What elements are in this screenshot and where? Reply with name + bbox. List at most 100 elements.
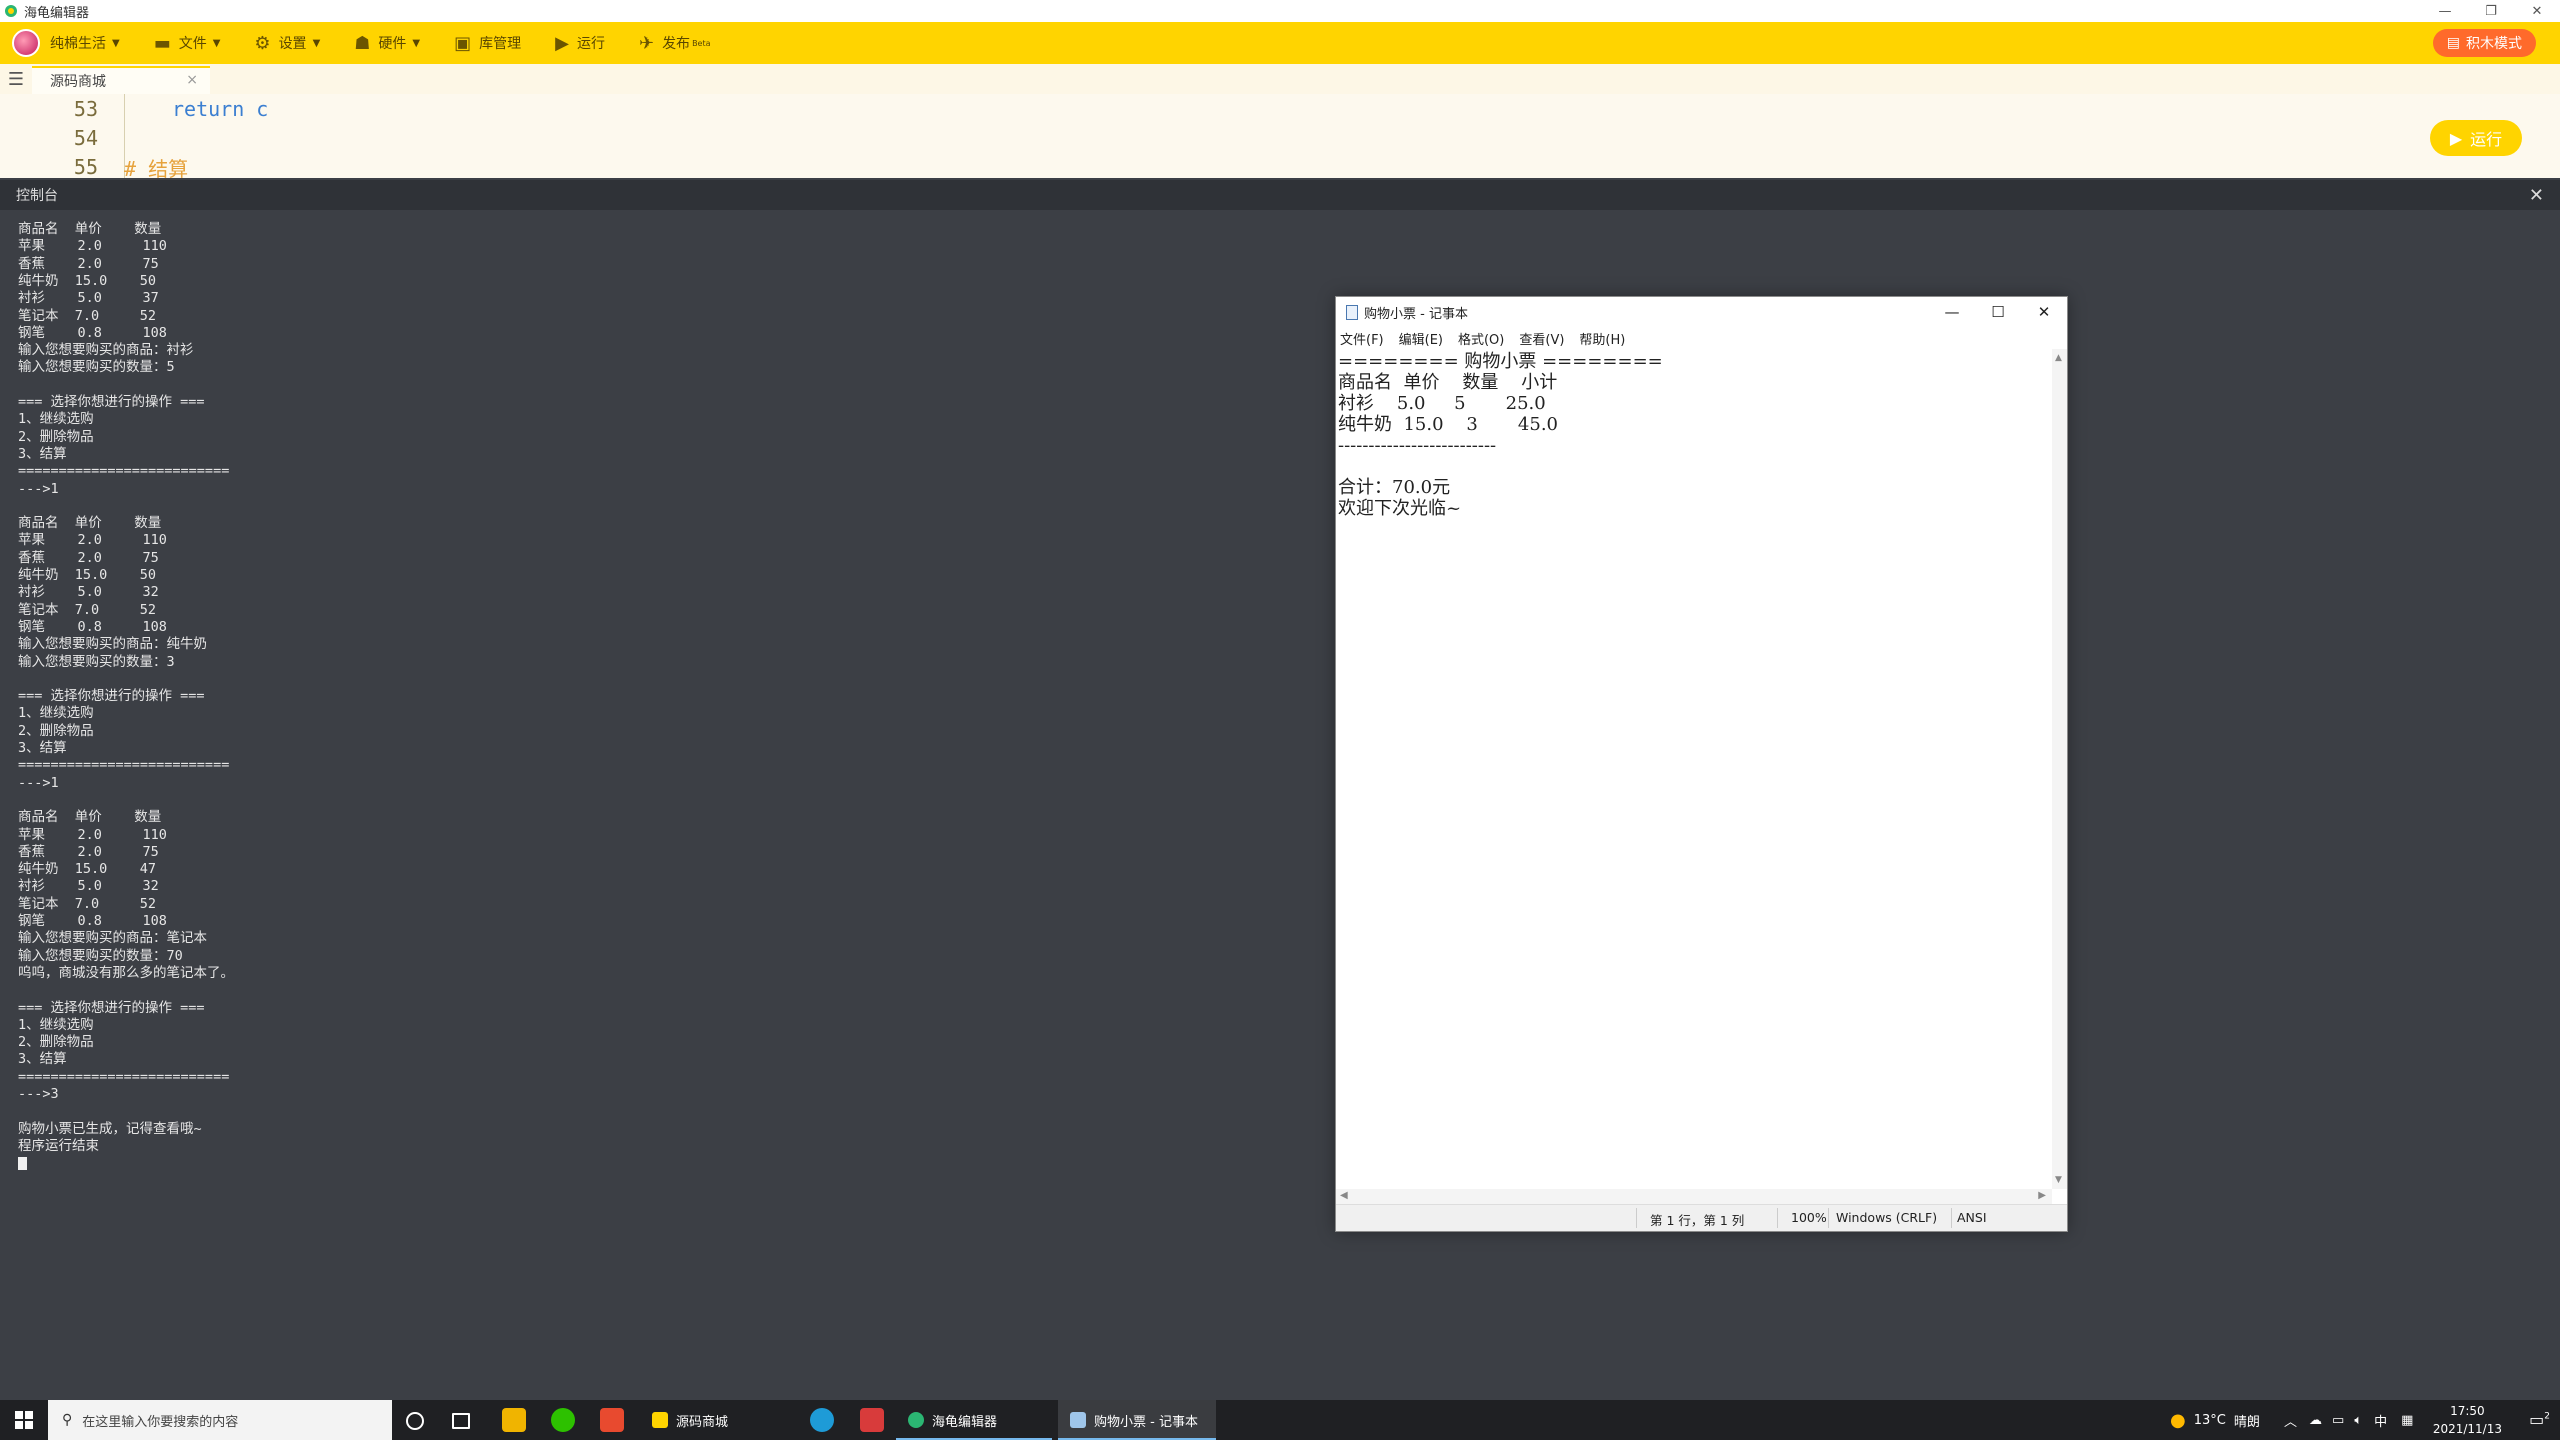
console-line: 输入您想要购买的商品：衬衫 xyxy=(18,342,194,359)
app-titlebar: 海龟编辑器 — ❐ ✕ xyxy=(0,0,2560,22)
volume-icon[interactable]: 🔈︎ xyxy=(2354,1413,2362,1428)
play-icon: ▶ xyxy=(2449,128,2463,148)
run-button-label: 运行 xyxy=(2470,130,2503,149)
code-line: 55 # 结算 xyxy=(0,152,188,178)
code-text: # 结算 xyxy=(124,156,189,179)
user-menu[interactable]: 纯棉生活 ▼ xyxy=(12,23,120,63)
console-line: 纯牛奶 15.0 50 xyxy=(18,272,157,289)
console-line: 2、删除物品 xyxy=(18,1034,94,1051)
app-icon[interactable] xyxy=(600,1408,624,1432)
hardware-menu-label: 硬件 xyxy=(378,36,407,52)
robot-icon: ☗ xyxy=(354,32,371,54)
vertical-scrollbar[interactable]: ▲ ▼ xyxy=(2052,349,2067,1189)
file-explorer-icon[interactable] xyxy=(502,1408,526,1432)
calendar-icon[interactable]: ▦ xyxy=(2401,1413,2413,1428)
console-close-icon[interactable]: ✕ xyxy=(2529,185,2544,206)
menu-help[interactable]: 帮助(H) xyxy=(1579,329,1625,348)
block-mode-button[interactable]: ▤ 积木模式 xyxy=(2432,29,2536,57)
wechat-icon[interactable] xyxy=(551,1408,575,1432)
menu-edit[interactable]: 编辑(E) xyxy=(1399,329,1443,348)
menu-file[interactable]: 文件(F) xyxy=(1340,329,1384,348)
hardware-menu[interactable]: ☗ 硬件 ▼ xyxy=(354,23,420,63)
scroll-down-icon[interactable]: ▼ xyxy=(2055,1175,2062,1185)
restore-button[interactable]: ❐ xyxy=(2468,0,2514,22)
notification-count: 2 xyxy=(2544,1411,2550,1422)
publish-menu[interactable]: ✈ 发布 Beta xyxy=(639,23,711,63)
scroll-up-icon[interactable]: ▲ xyxy=(2055,353,2062,363)
cursor-position: 第 1 行，第 1 列 xyxy=(1650,1213,1745,1228)
paper-plane-icon: ✈ xyxy=(638,32,655,54)
search-placeholder: 在这里输入你要搜索的内容 xyxy=(82,1414,239,1430)
run-menu-label: 运行 xyxy=(576,36,605,52)
block-mode-label: 积木模式 xyxy=(2466,36,2522,52)
notepad-maximize-button[interactable]: ☐ xyxy=(1975,297,2021,327)
notepad-minimize-button[interactable]: — xyxy=(1929,297,1975,327)
network-icon[interactable]: ▭ xyxy=(2332,1413,2344,1428)
console-line: 笔记本 7.0 52 xyxy=(18,307,157,324)
cortana-icon[interactable] xyxy=(406,1412,424,1430)
menu-format[interactable]: 格式(O) xyxy=(1458,329,1504,348)
app-icon[interactable] xyxy=(860,1408,884,1432)
sun-icon: ● xyxy=(2170,1409,2186,1431)
main-toolbar: 纯棉生活 ▼ ▬ 文件 ▼ ⚙ 设置 ▼ ☗ 硬件 ▼ ▣ 库管理 ▶ 运行 ✈… xyxy=(0,22,2560,64)
file-menu[interactable]: ▬ 文件 ▼ xyxy=(154,23,221,63)
console-line: 商品名 单价 数量 xyxy=(18,221,162,237)
weather-widget[interactable]: ● 13°C 晴朗 xyxy=(2170,1400,2260,1440)
hamburger-menu-icon[interactable]: ☰ xyxy=(0,64,32,94)
chevron-up-icon[interactable]: ︿ xyxy=(2284,1411,2297,1430)
folder-icon: ▬ xyxy=(153,32,171,54)
console-output[interactable]: 商品名 单价 数量 苹果 2.0 110 香蕉 2.0 75 纯牛奶 15.0 50 衬… xyxy=(0,210,1330,1170)
turtle-logo-icon xyxy=(5,5,17,17)
taskbar-clock[interactable]: 17:50 2021/11/13 xyxy=(2433,1402,2502,1438)
notification-center-icon[interactable]: ▭2 xyxy=(2529,1410,2550,1429)
console-line: 苹果 2.0 110 xyxy=(18,532,167,549)
run-button[interactable]: ▶ 运行 xyxy=(2430,120,2522,156)
console-line: === 选择你想进行的操作 === xyxy=(18,688,205,705)
taskbar-app-notepad[interactable]: 购物小票 - 记事本 xyxy=(1058,1400,1216,1440)
chevron-down-icon: ▼ xyxy=(112,37,120,49)
notepad-titlebar[interactable]: 购物小票 - 记事本 — ☐ ✕ xyxy=(1336,297,2067,327)
notepad-close-button[interactable]: ✕ xyxy=(2021,297,2067,327)
notepad-line: 商品名 单价 数量 小计 xyxy=(1338,372,1558,393)
console-line: 纯牛奶 15.0 47 xyxy=(18,861,157,878)
edge-browser-icon[interactable] xyxy=(810,1408,834,1432)
status-divider xyxy=(1828,1208,1829,1228)
notepad-icon xyxy=(1346,304,1358,320)
code-editor[interactable]: 53 return c 54 55 # 结算 ▶ 运行 xyxy=(0,94,2560,178)
ime-indicator[interactable]: 中 xyxy=(2374,1411,2387,1430)
library-menu[interactable]: ▣ 库管理 xyxy=(454,23,521,63)
taskbar-app-turtle-editor[interactable]: 海龟编辑器 xyxy=(896,1400,1052,1440)
tab-close-icon[interactable]: × xyxy=(186,72,198,88)
console-line: ========================== xyxy=(18,463,230,480)
task-view-icon[interactable] xyxy=(452,1413,470,1429)
scroll-right-icon[interactable]: ▶ xyxy=(2038,1190,2046,1201)
menu-view[interactable]: 查看(V) xyxy=(1519,329,1564,348)
start-button[interactable] xyxy=(0,1400,48,1440)
blocks-icon: ▤ xyxy=(2446,35,2460,51)
cloud-icon[interactable]: ☁ xyxy=(2309,1413,2322,1428)
taskbar-app-label: 源码商城 xyxy=(676,1414,729,1430)
taskbar-search-box[interactable]: ⚲ 在这里输入你要搜索的内容 xyxy=(48,1400,392,1440)
notepad-text-area[interactable]: ======== 购物小票 ======== 商品名 单价 数量 小计 衬衫 5.0… xyxy=(1338,349,2046,1189)
run-menu[interactable]: ▶ 运行 xyxy=(555,23,605,63)
settings-menu[interactable]: ⚙ 设置 ▼ xyxy=(254,23,320,63)
notepad-line: -------------------------- xyxy=(1338,435,1497,456)
tab-source-mall[interactable]: 源码商城 × xyxy=(32,66,210,94)
console-line: 3、结算 xyxy=(18,445,67,462)
console-line: 程序运行结束 xyxy=(18,1137,99,1154)
notepad-statusbar: 第 1 行，第 1 列 100% Windows (CRLF) ANSI xyxy=(1336,1204,2067,1231)
weather-temp: 13°C xyxy=(2193,1412,2226,1428)
notepad-icon xyxy=(1070,1412,1086,1428)
taskbar-app-source-mall[interactable]: 源码商城 xyxy=(640,1400,796,1440)
editor-file-icon xyxy=(652,1412,668,1428)
minimize-button[interactable]: — xyxy=(2422,0,2468,22)
close-button[interactable]: ✕ xyxy=(2514,0,2560,22)
chevron-down-icon: ▼ xyxy=(212,37,221,49)
encoding: ANSI xyxy=(1957,1210,1987,1225)
user-name: 纯棉生活 xyxy=(50,36,106,52)
horizontal-scrollbar[interactable]: ◀ ▶ xyxy=(1336,1189,2052,1204)
status-divider xyxy=(1777,1208,1778,1228)
scroll-left-icon[interactable]: ◀ xyxy=(1340,1190,1348,1201)
code-line: 54 xyxy=(0,123,98,153)
tab-bar: ☰ 源码商城 × xyxy=(0,64,2560,94)
